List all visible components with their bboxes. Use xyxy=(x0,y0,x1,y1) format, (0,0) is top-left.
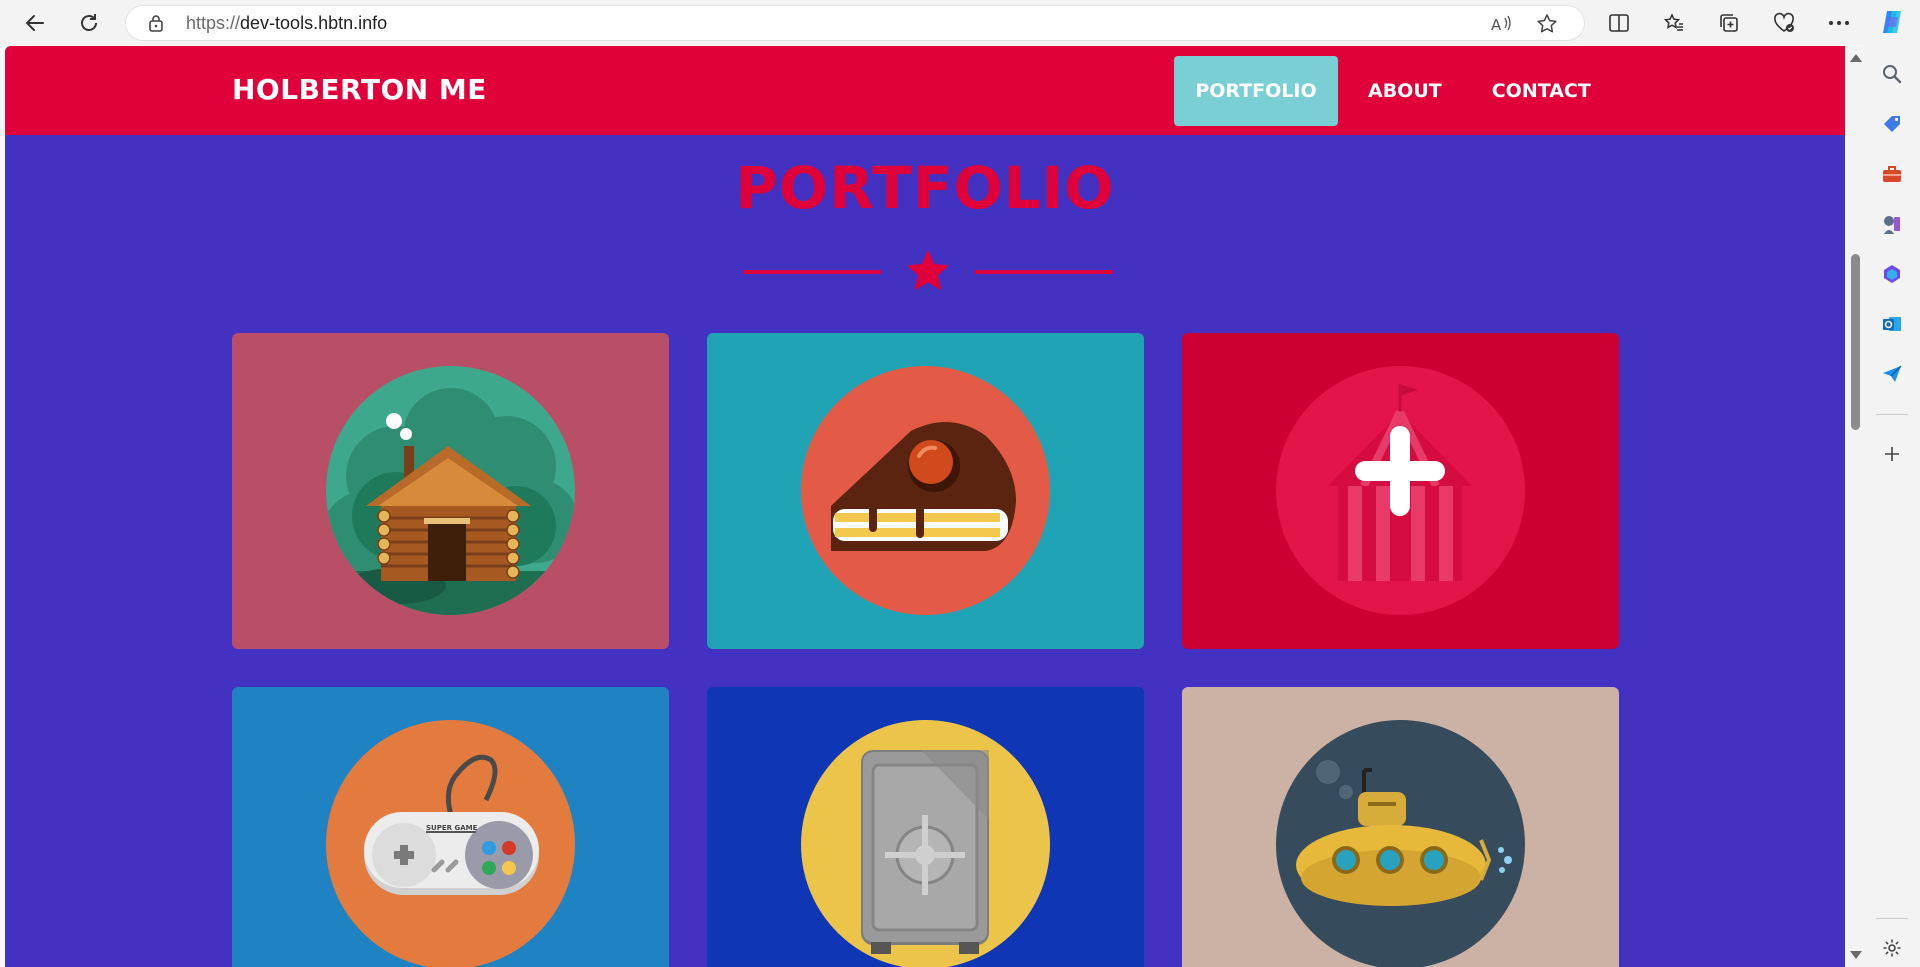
cabin-icon xyxy=(326,366,575,615)
address-bar[interactable]: https://dev-tools.hbtn.info A xyxy=(125,5,1585,41)
browser-essentials-icon[interactable] xyxy=(1767,6,1801,40)
refresh-icon[interactable] xyxy=(72,6,106,40)
portfolio-item-safe[interactable] xyxy=(707,687,1144,967)
url-text[interactable]: https://dev-tools.hbtn.info xyxy=(186,13,387,34)
page-viewport: HOLBERTON ME PORTFOLIO ABOUT CONTACT POR… xyxy=(5,46,1845,967)
svg-text:SUPER GAME: SUPER GAME xyxy=(426,824,478,832)
main-nav: PORTFOLIO ABOUT CONTACT xyxy=(1174,56,1611,126)
browser-sidebar xyxy=(1864,0,1920,967)
section-title: PORTFOLIO xyxy=(735,154,1115,222)
scrollbar-thumb[interactable] xyxy=(1851,254,1860,430)
copilot-icon[interactable] xyxy=(1878,8,1906,36)
read-aloud-icon[interactable]: A xyxy=(1491,6,1513,42)
collections-icon[interactable] xyxy=(1712,6,1746,40)
star-icon xyxy=(908,251,948,290)
svg-text:A: A xyxy=(1491,16,1502,34)
favorite-star-icon[interactable] xyxy=(1536,6,1558,42)
tools-icon[interactable] xyxy=(1878,160,1906,188)
url-scheme: https:// xyxy=(186,12,241,33)
circus-tent-icon xyxy=(1276,366,1525,615)
divider-line-right xyxy=(975,270,1113,274)
url-host: dev-tools.hbtn.info xyxy=(240,12,388,33)
more-options-icon[interactable] xyxy=(1822,6,1856,40)
portfolio-item-circus[interactable] xyxy=(1182,333,1619,649)
portfolio-item-cabin[interactable] xyxy=(232,333,669,649)
site-brand[interactable]: HOLBERTON ME xyxy=(232,73,487,106)
sidebar-divider xyxy=(1876,414,1908,415)
portfolio-item-submarine[interactable] xyxy=(1182,687,1619,967)
scroll-up-arrow-icon[interactable] xyxy=(1850,54,1862,62)
shopping-tag-icon[interactable] xyxy=(1878,110,1906,138)
site-header: HOLBERTON ME PORTFOLIO ABOUT CONTACT xyxy=(5,46,1845,135)
cake-icon xyxy=(801,366,1050,615)
browser-toolbar: https://dev-tools.hbtn.info A xyxy=(0,0,1920,45)
nav-portfolio[interactable]: PORTFOLIO xyxy=(1174,56,1338,126)
search-icon[interactable] xyxy=(1878,60,1906,88)
portfolio-item-game-controller[interactable]: SUPER GAME xyxy=(232,687,669,967)
microsoft-365-icon[interactable] xyxy=(1878,260,1906,288)
games-icon[interactable] xyxy=(1878,210,1906,238)
divider-line-left xyxy=(743,270,881,274)
nav-contact[interactable]: CONTACT xyxy=(1472,56,1611,126)
back-icon[interactable] xyxy=(18,6,52,40)
outlook-icon[interactable] xyxy=(1878,310,1906,338)
star-divider xyxy=(743,251,1113,290)
scroll-down-arrow-icon[interactable] xyxy=(1850,951,1862,959)
settings-gear-icon[interactable] xyxy=(1878,934,1906,962)
favorites-icon[interactable] xyxy=(1657,6,1691,40)
send-icon[interactable] xyxy=(1878,360,1906,388)
submarine-icon xyxy=(1276,720,1525,967)
page-scrollbar[interactable] xyxy=(1847,46,1864,967)
nav-about[interactable]: ABOUT xyxy=(1348,56,1462,126)
portfolio-item-cake[interactable] xyxy=(707,333,1144,649)
add-icon[interactable] xyxy=(1878,440,1906,468)
split-screen-icon[interactable] xyxy=(1602,6,1636,40)
lock-icon[interactable] xyxy=(148,14,172,32)
game-controller-icon: SUPER GAME xyxy=(326,720,575,967)
sidebar-divider xyxy=(1876,918,1908,919)
safe-icon xyxy=(801,720,1050,967)
